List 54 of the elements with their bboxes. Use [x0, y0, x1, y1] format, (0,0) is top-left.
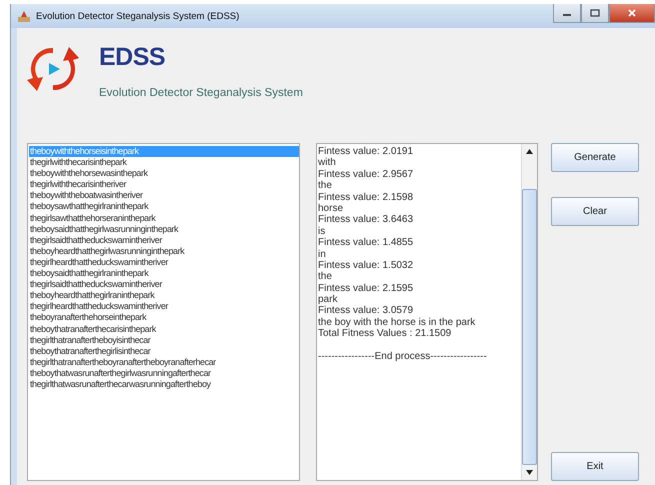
list-item[interactable]: theboythatwasrunafterthegirlwasrunningafterthecar: [29, 368, 211, 379]
app-icon: [17, 9, 31, 23]
list-item[interactable]: thegirlsaidthattheduckswamintheriver: [29, 279, 162, 290]
list-item[interactable]: thegirlwiththecarisintheriver: [29, 179, 126, 190]
list-item[interactable]: theboysaidthatthegirlraninthepark: [29, 268, 148, 280]
output-line: park: [318, 294, 338, 306]
list-item[interactable]: thegirlthatwasrunafterthecarwasrunningaftertheboy: [29, 378, 211, 390]
list-item[interactable]: theboywiththeboatwasintheriver: [29, 190, 143, 202]
generate-button[interactable]: Generate: [551, 143, 639, 172]
output-line: Fintess value: 2.1598: [318, 192, 414, 203]
close-icon: [627, 9, 637, 17]
list-item[interactable]: theboywiththehorsewasinthepark: [29, 168, 148, 180]
logo-text: EDSS: [99, 42, 166, 73]
output-line: Fintess value: 2.9567: [318, 168, 414, 180]
close-button[interactable]: [609, 4, 655, 23]
list-item[interactable]: thegirlheardthattheduckswamintheriver: [29, 256, 168, 268]
list-item[interactable]: theboyheardthatthegirlwasrunninginthepark: [29, 246, 184, 257]
output-line: in: [318, 248, 326, 260]
list-item[interactable]: theboythatranafterthecarisinthepark: [29, 324, 156, 335]
window-title: Evolution Detector Steganalysis System (EDSS): [36, 10, 240, 22]
list-item[interactable]: thegirlsaidthattheduckswamintheriver: [29, 234, 162, 246]
scroll-down-icon[interactable]: [526, 470, 533, 475]
output-line: Total Fitness Values : 21.1509: [318, 328, 452, 340]
minimize-button[interactable]: [553, 4, 581, 23]
list-item[interactable]: thegirlsawthatthehorseraninthepark: [29, 212, 156, 224]
output-line: Fintess value: 2.1595: [318, 282, 414, 294]
maximize-button[interactable]: [581, 4, 609, 23]
output-line: is: [318, 226, 326, 238]
output-line: Fintess value: 1.5032: [318, 260, 414, 272]
output-line: Fintess value: 3.0579: [318, 305, 414, 317]
clear-button[interactable]: Clear: [551, 197, 639, 226]
list-item[interactable]: theboyheardthatthegirlraninthepark: [29, 290, 154, 302]
list-item[interactable]: theboythatranafterthegirlisinthecar: [29, 346, 150, 357]
scrollbar[interactable]: [521, 144, 537, 480]
output-line: with: [318, 157, 336, 169]
scroll-up-icon[interactable]: [526, 149, 533, 154]
list-item[interactable]: thegirlthatranaftertheboyisinthecar: [29, 334, 150, 346]
list-item[interactable]: theboysaidthatthegirlwasrunninginthepark: [29, 224, 178, 235]
list-item[interactable]: thegirlthatranaftertheboyranaftertheboyranafterhecar: [29, 356, 216, 368]
output-line: Fintess value: 1.4855: [318, 237, 414, 249]
output-line: the boy with the horse is in the park: [318, 316, 476, 328]
output-line: Fintess value: 2.0191: [318, 146, 414, 158]
output-line: the: [318, 271, 332, 283]
end-process-line: -----------------End process-----------------: [318, 351, 487, 362]
exit-button[interactable]: Exit: [551, 452, 639, 481]
output-line: the: [318, 180, 332, 192]
subtitle: Evolution Detector Steganalysis System: [99, 87, 303, 99]
list-item[interactable]: theboysawthatthegirlraninthepark: [29, 201, 148, 213]
list-item[interactable]: theboyranafterthehorseinthepark: [29, 312, 146, 324]
maximize-icon: [590, 9, 600, 17]
list-item[interactable]: thegirlwiththecarisinthepark: [29, 157, 126, 168]
output-line: Fintess value: 3.6463: [318, 214, 414, 226]
output-line: horse: [318, 202, 344, 214]
list-item[interactable]: thegirlheardthattheduckswamintheriver: [29, 301, 168, 312]
